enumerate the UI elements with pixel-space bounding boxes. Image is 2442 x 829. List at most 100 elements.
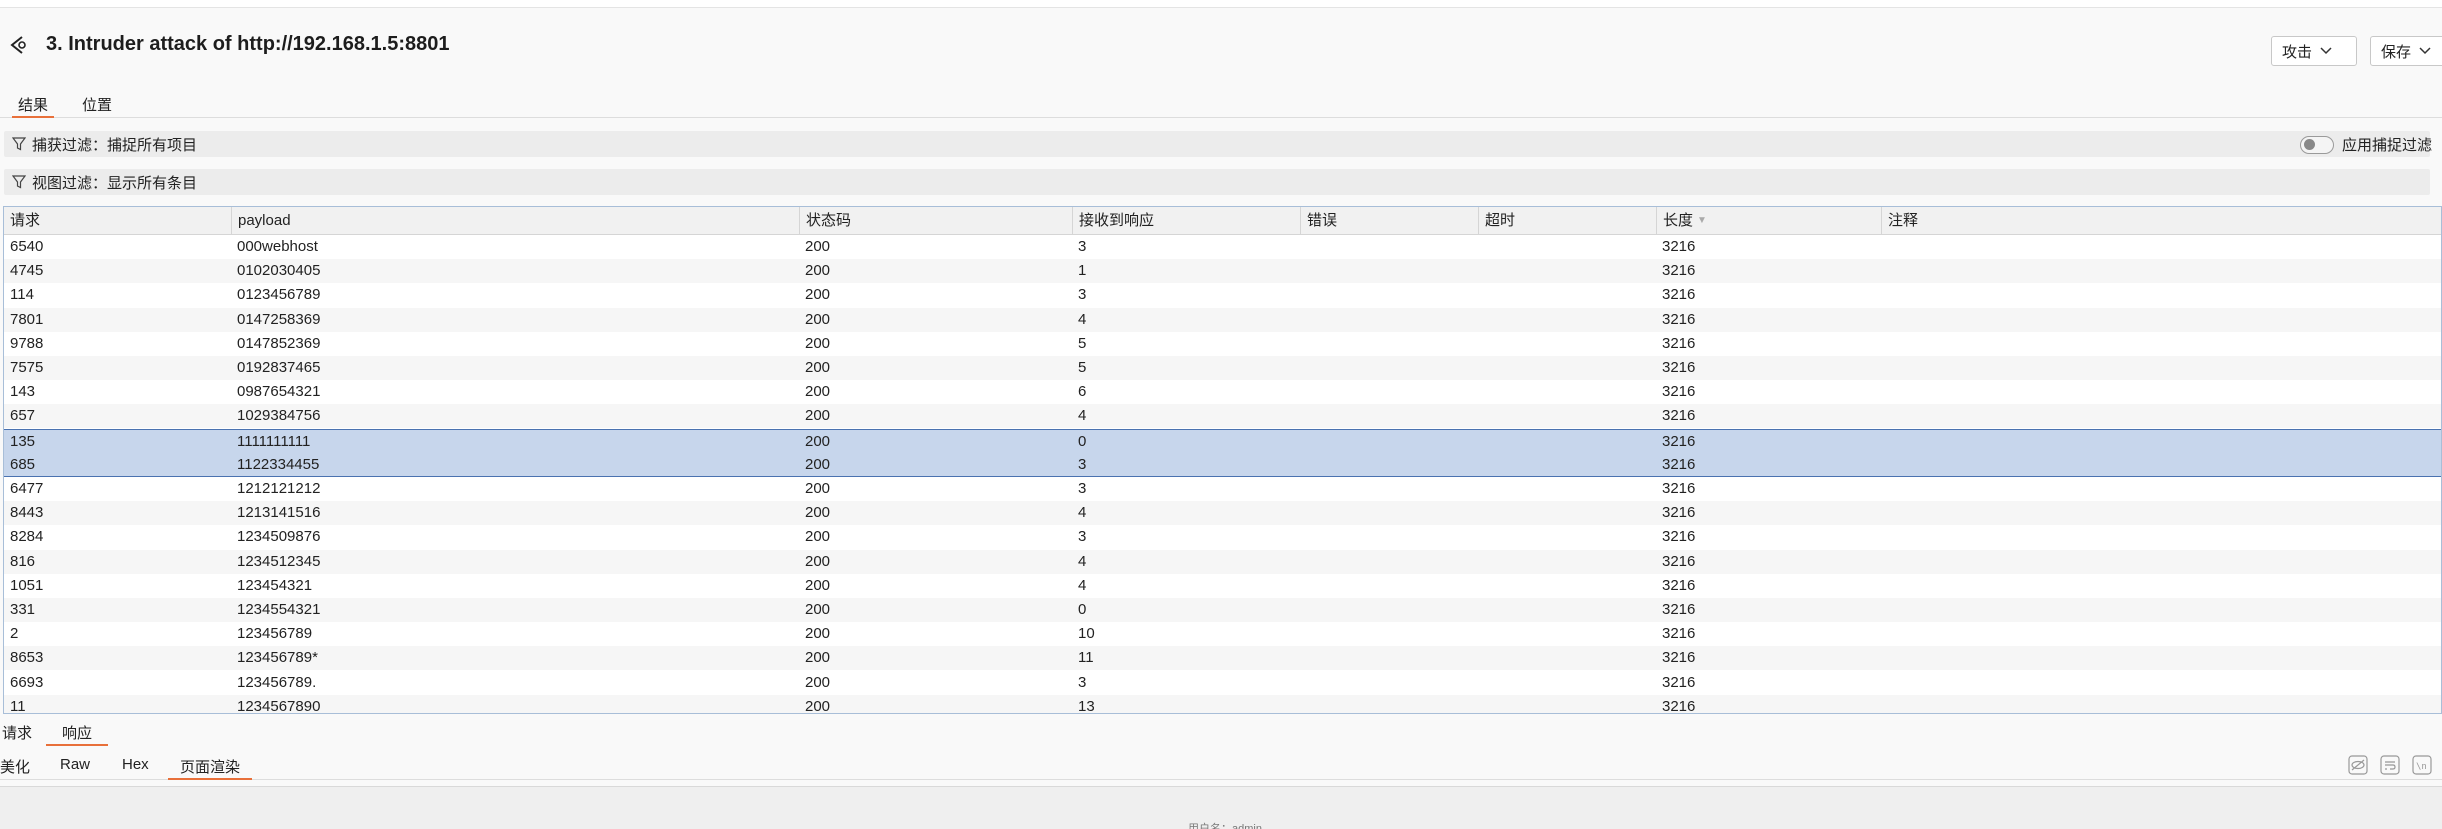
hide-icon[interactable] bbox=[2348, 755, 2368, 775]
table-row[interactable]: 114 0123456789 200 3 3216 bbox=[4, 283, 2441, 307]
cell-payload: 1213141516 bbox=[237, 504, 321, 522]
newline-icon[interactable]: \n bbox=[2412, 755, 2432, 775]
cell-response-received: 6 bbox=[1078, 383, 1087, 401]
apply-capture-filter-label: 应用捕捉过滤 bbox=[2342, 137, 2433, 154]
cell-status-code: 200 bbox=[805, 673, 831, 691]
tab-raw[interactable]: Raw bbox=[60, 756, 90, 780]
cell-payload: 1234554321 bbox=[237, 601, 321, 618]
tab-results[interactable]: 结果 bbox=[12, 94, 55, 118]
cell-request-id: 4745 bbox=[10, 262, 44, 280]
view-mode-tabs: 美化 Raw Hex 页面渲染 bbox=[0, 752, 2442, 780]
table-row[interactable]: 2 123456789 200 10 3216 bbox=[4, 622, 2441, 646]
tab-pretty[interactable]: 美化 bbox=[0, 756, 30, 780]
message-tabs: 请求 响应 bbox=[0, 720, 2442, 746]
cell-payload: 1212121212 bbox=[237, 480, 321, 497]
cell-response-received: 0 bbox=[1078, 432, 1087, 450]
table-row[interactable]: 7575 0192837465 200 5 3216 bbox=[4, 356, 2441, 380]
cell-length: 3216 bbox=[1662, 359, 1696, 376]
table-row[interactable]: 8443 1213141516 200 4 3216 bbox=[4, 501, 2441, 526]
cell-request-id: 6693 bbox=[10, 673, 44, 691]
cell-response-received: 3 bbox=[1078, 286, 1087, 304]
table-row[interactable]: 6477 1212121212 200 3 3216 bbox=[4, 477, 2441, 501]
cell-response-received: 3 bbox=[1078, 528, 1087, 546]
apply-capture-filter-control[interactable]: 应用捕捉过滤 bbox=[2300, 134, 2432, 155]
column-header-comment[interactable]: 注释 bbox=[1881, 207, 2441, 235]
save-menu-button[interactable]: 保存 bbox=[2370, 36, 2442, 66]
view-filter-bar[interactable]: 视图过滤：显示所有条目 bbox=[4, 169, 2430, 195]
table-row[interactable]: 816 1234512345 200 4 3216 bbox=[4, 549, 2441, 574]
table-row[interactable]: 331 1234554321 200 0 3216 bbox=[4, 598, 2441, 622]
column-header-length[interactable]: 长度 ▼ bbox=[1656, 207, 1881, 235]
capture-filter-bar[interactable]: 捕获过滤：捕捉所有项目 bbox=[4, 131, 2430, 157]
cell-payload: 1029384756 bbox=[237, 407, 321, 425]
table-row[interactable]: 685 1122334455 200 3 3216 bbox=[4, 452, 2441, 477]
table-row[interactable]: 9788 0147852369 200 5 3216 bbox=[4, 332, 2441, 356]
column-header-payload[interactable]: payload bbox=[231, 207, 799, 235]
tab-hex[interactable]: Hex bbox=[122, 756, 149, 780]
attack-title: 3. Intruder attack of http://192.168.1.5… bbox=[46, 33, 450, 55]
table-row[interactable]: 7801 0147258369 200 4 3216 bbox=[4, 307, 2441, 332]
wrap-lines-icon[interactable] bbox=[2380, 755, 2400, 775]
table-row[interactable]: 143 0987654321 200 6 3216 bbox=[4, 380, 2441, 404]
table-row[interactable]: 11 1234567890 200 13 3216 bbox=[4, 694, 2441, 714]
tab-request[interactable]: 请求 bbox=[0, 722, 34, 746]
svg-text:\n: \n bbox=[2416, 762, 2427, 772]
cell-request-id: 1051 bbox=[10, 576, 44, 594]
table-row[interactable]: 8653 123456789* 200 11 3216 bbox=[4, 646, 2441, 671]
cell-status-code: 200 bbox=[805, 697, 831, 714]
cell-length: 3216 bbox=[1662, 528, 1696, 546]
cell-response-received: 5 bbox=[1078, 334, 1087, 352]
table-header: 请求 payload 状态码 接收到响应 错误 超时 长度 ▼ 注释 bbox=[4, 207, 2441, 235]
cell-request-id: 7575 bbox=[10, 359, 44, 376]
cell-length: 3216 bbox=[1662, 383, 1696, 401]
cell-status-code: 200 bbox=[805, 625, 831, 643]
cell-request-id: 6540 bbox=[10, 238, 44, 255]
cell-status-code: 200 bbox=[805, 455, 831, 473]
cell-status-code: 200 bbox=[805, 432, 831, 450]
cell-request-id: 8284 bbox=[10, 528, 44, 546]
column-header-status[interactable]: 状态码 bbox=[799, 207, 1072, 235]
cell-request-id: 135 bbox=[10, 432, 36, 450]
tab-positions[interactable]: 位置 bbox=[76, 94, 118, 118]
column-header-error[interactable]: 错误 bbox=[1300, 207, 1478, 235]
table-row[interactable]: 4745 0102030405 200 1 3216 bbox=[4, 259, 2441, 284]
cell-length: 3216 bbox=[1662, 552, 1696, 570]
cell-request-id: 816 bbox=[10, 552, 36, 570]
cell-length: 3216 bbox=[1662, 625, 1696, 643]
column-header-request[interactable]: 请求 bbox=[4, 207, 231, 235]
cell-payload: 1234567890 bbox=[237, 697, 321, 714]
cell-response-received: 3 bbox=[1078, 238, 1087, 255]
cell-status-code: 200 bbox=[805, 334, 831, 352]
table-row[interactable]: 6693 123456789. 200 3 3216 bbox=[4, 671, 2441, 695]
filter-icon bbox=[12, 175, 26, 189]
cell-response-received: 0 bbox=[1078, 601, 1087, 618]
view-filter-label: 视图过滤：显示所有条目 bbox=[32, 174, 198, 192]
cell-length: 3216 bbox=[1662, 576, 1696, 594]
tab-response[interactable]: 响应 bbox=[46, 722, 109, 746]
table-row[interactable]: 1051 123454321 200 4 3216 bbox=[4, 574, 2441, 598]
chevron-down-icon bbox=[2419, 47, 2431, 55]
column-header-response-received[interactable]: 接收到响应 bbox=[1072, 207, 1300, 235]
tab-render[interactable]: 页面渲染 bbox=[168, 756, 253, 780]
back-arrow-icon[interactable] bbox=[8, 34, 30, 56]
cell-payload: 123456789 bbox=[237, 625, 313, 643]
cell-response-received: 4 bbox=[1078, 576, 1087, 594]
cell-request-id: 2 bbox=[10, 625, 19, 643]
column-header-length-label: 长度 bbox=[1663, 212, 1694, 229]
cell-response-received: 10 bbox=[1078, 625, 1095, 643]
cell-status-code: 200 bbox=[805, 528, 831, 546]
cell-request-id: 9788 bbox=[10, 334, 44, 352]
cell-payload: 123456789. bbox=[237, 673, 317, 691]
table-row[interactable]: 8284 1234509876 200 3 3216 bbox=[4, 525, 2441, 549]
apply-capture-filter-toggle[interactable] bbox=[2300, 135, 2334, 154]
column-header-timeout[interactable]: 超时 bbox=[1478, 207, 1656, 235]
cell-length: 3216 bbox=[1662, 601, 1696, 618]
table-row[interactable]: 6540 000webhost 200 3 3216 bbox=[4, 235, 2441, 259]
cell-status-code: 200 bbox=[805, 238, 831, 255]
cell-length: 3216 bbox=[1662, 286, 1696, 304]
table-row[interactable]: 657 1029384756 200 4 3216 bbox=[4, 404, 2441, 429]
table-row[interactable]: 135 1111111111 200 0 3216 bbox=[4, 428, 2441, 453]
cell-request-id: 657 bbox=[10, 407, 36, 425]
cell-payload: 1234509876 bbox=[237, 528, 321, 546]
attack-menu-button[interactable]: 攻击 bbox=[2271, 36, 2357, 66]
